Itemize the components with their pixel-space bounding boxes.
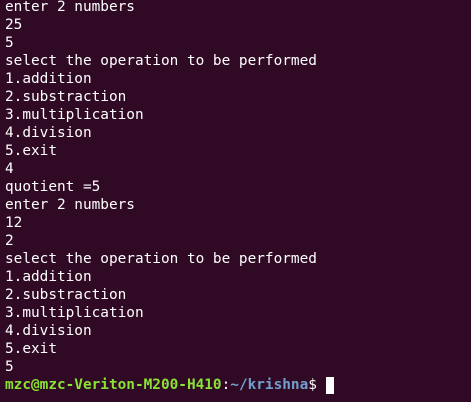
prompt-path: ~/krishna xyxy=(230,377,309,393)
output-line: 2 xyxy=(5,233,14,249)
output-line: 4.division xyxy=(5,323,92,339)
output-line: 12 xyxy=(5,215,23,231)
output-line: 1.addition xyxy=(5,269,92,285)
output-line: select the operation to be performed xyxy=(5,251,317,267)
output-line: 4 xyxy=(5,161,14,177)
output-line: 3.multiplication xyxy=(5,305,144,321)
output-line: 25 xyxy=(5,17,23,33)
output-line: quotient =5 xyxy=(5,179,101,195)
output-line: 2.substraction xyxy=(5,287,127,303)
output-line: 5 xyxy=(5,359,14,375)
shell-prompt[interactable]: mzc@mzc-Veriton-M200-H410: ~/krishna $ xyxy=(5,376,466,394)
prompt-user-host: mzc@mzc-Veriton-M200-H410 xyxy=(5,377,222,393)
output-line: enter 2 numbers xyxy=(5,197,135,213)
output-line: enter 2 numbers xyxy=(5,0,135,15)
terminal-window[interactable]: enter 2 numbers 25 5 select the operatio… xyxy=(0,0,471,402)
output-line: select the operation to be performed xyxy=(5,53,317,69)
output-line: 5.exit xyxy=(5,143,57,159)
output-line: 5 xyxy=(5,35,14,51)
prompt-separator: : xyxy=(221,377,231,393)
output-line: 5.exit xyxy=(5,341,57,357)
output-line: 1.addition xyxy=(5,71,92,87)
output-line: 3.multiplication xyxy=(5,107,144,123)
output-line: 4.division xyxy=(5,125,92,141)
terminal-output: enter 2 numbers 25 5 select the operatio… xyxy=(5,0,466,376)
text-cursor[interactable] xyxy=(325,376,334,394)
output-line: 2.substraction xyxy=(5,89,127,105)
prompt-symbol: $ xyxy=(308,377,317,393)
